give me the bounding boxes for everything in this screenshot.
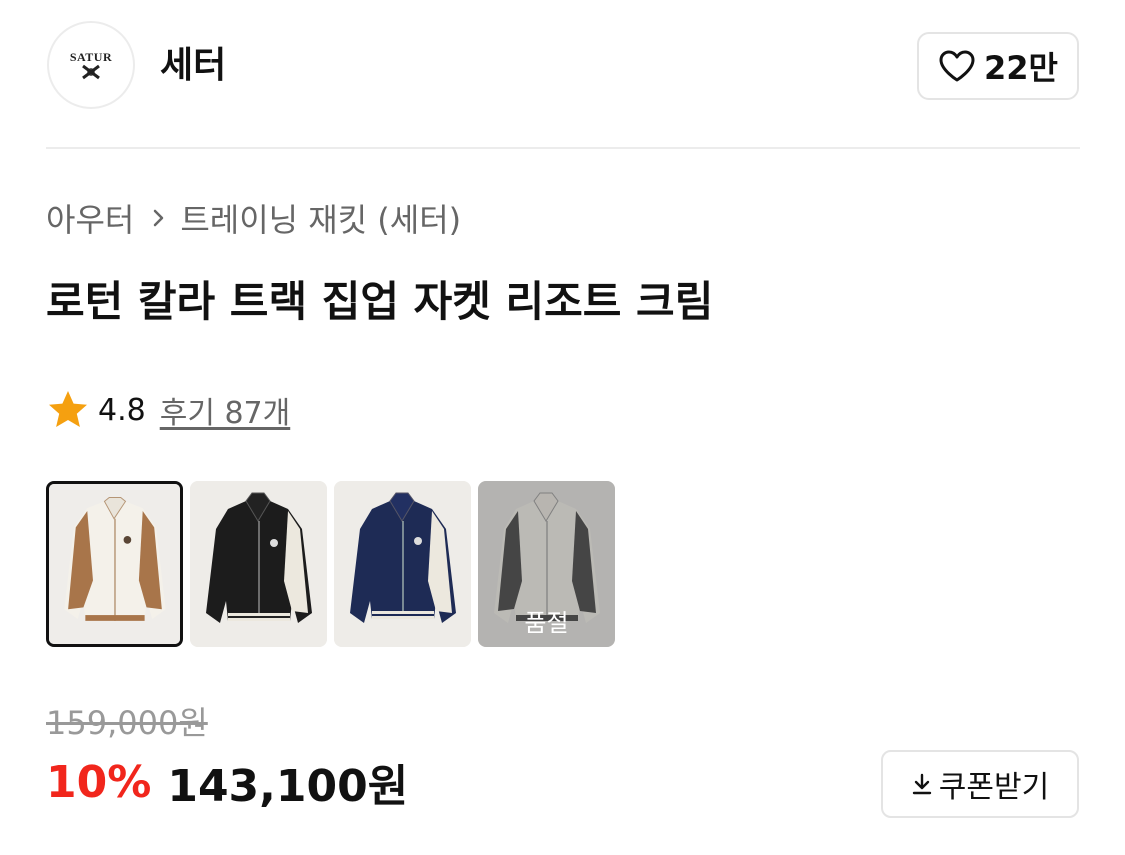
like-button[interactable]: 22만	[917, 32, 1079, 100]
jacket-image-cream	[49, 484, 180, 644]
jacket-image-navy	[334, 481, 471, 647]
soldout-label: 품절	[524, 609, 569, 637]
chevron-right-icon	[152, 207, 166, 229]
jacket-image-black	[190, 481, 327, 647]
thumbnail-cream[interactable]	[46, 481, 183, 647]
heart-icon	[939, 50, 975, 82]
header-divider	[46, 147, 1080, 149]
brand-logo-text: SATUR	[69, 49, 113, 64]
download-icon	[912, 773, 931, 795]
breadcrumb-item-outer[interactable]: 아우터	[46, 195, 134, 241]
brand-name[interactable]: 세터	[160, 42, 226, 90]
coupon-button[interactable]: 쿠폰받기	[881, 750, 1079, 818]
rating: 4.8 후기 87개	[46, 386, 290, 434]
reviews-link[interactable]: 후기 87개	[160, 388, 291, 432]
color-thumbnails: 품절	[46, 481, 615, 647]
discount-rate: 10%	[46, 756, 152, 808]
thumbnail-navy[interactable]	[334, 481, 471, 647]
brand-logo[interactable]: SATUR	[47, 21, 135, 109]
like-count: 22만	[984, 49, 1058, 87]
breadcrumb-item-category[interactable]: 트레이닝 재킷 (세터)	[180, 195, 461, 241]
rating-score: 4.8	[98, 392, 146, 428]
thumbnail-black[interactable]	[190, 481, 327, 647]
product-page: SATUR 세터 22만 아우터 트레이닝 재킷 (세터) 로턴 칼라 트랙 집…	[0, 0, 1125, 855]
brand-logo-mark	[82, 64, 100, 79]
price-row: 10% 143,100원	[46, 752, 409, 813]
product-title: 로턴 칼라 트랙 집업 자켓 리조트 크림	[46, 277, 714, 326]
star-icon	[49, 391, 87, 427]
breadcrumb: 아우터 트레이닝 재킷 (세터)	[46, 196, 461, 240]
sale-price: 143,100원	[167, 761, 409, 812]
thumbnail-cream-black[interactable]: 품절	[478, 481, 615, 647]
coupon-label: 쿠폰받기	[938, 770, 1050, 805]
original-price: 159,000원	[46, 704, 208, 742]
